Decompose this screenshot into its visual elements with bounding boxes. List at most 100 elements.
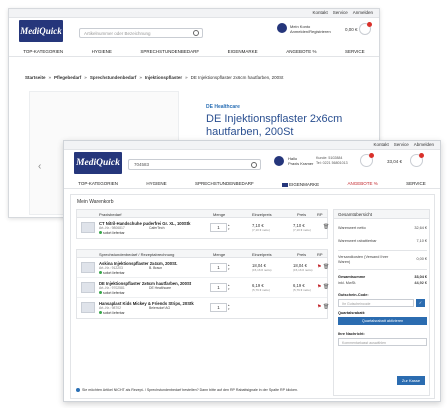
nav-angebote[interactable]: ANGEBOTE % — [348, 181, 378, 188]
availability: sofort lieferbar — [99, 291, 125, 295]
search-icon[interactable] — [193, 30, 199, 36]
service-link[interactable]: Service — [394, 142, 409, 147]
voucher-input[interactable]: Ihr Gutscheincode — [338, 299, 414, 307]
cart-total: 0,00 € — [345, 27, 358, 32]
logout-link[interactable]: Abmelden — [414, 142, 434, 147]
divider — [338, 269, 427, 270]
nav-sprechstundenbedarf[interactable]: SPRECHSTUNDENBEDARF — [195, 181, 254, 188]
message-select[interactable]: Kommentarkasst auswählen — [338, 338, 427, 346]
logo[interactable]: MediQuick — [74, 152, 122, 174]
checkout-button[interactable]: Zur Kasse — [397, 376, 425, 385]
availability: sofort lieferbar — [99, 311, 125, 315]
col-preis: Preis — [297, 252, 307, 257]
nav-eigenmarke[interactable]: EIGENMARKE — [282, 181, 319, 188]
col-menge: Menge — [213, 212, 226, 217]
cart-row: DE Injektionspflaster 2x6cm hautfarben, … — [77, 278, 329, 298]
notification-icon[interactable] — [360, 153, 374, 167]
logo[interactable]: MediQuick — [19, 20, 63, 42]
product-thumbnail[interactable] — [81, 262, 95, 273]
trash-icon[interactable]: 🗑 — [323, 284, 329, 290]
account-icon[interactable] — [277, 23, 287, 33]
summary-label: Warenwert netto — [338, 226, 366, 230]
article-number: Art.-Nr.: 912203 — [99, 266, 123, 270]
nav-top-kategorien[interactable]: TOP-KATEGORIEN — [78, 181, 118, 188]
product-thumbnail[interactable] — [81, 302, 95, 313]
cart-icon[interactable] — [410, 153, 424, 167]
service-link[interactable]: Service — [333, 10, 348, 15]
voucher-submit-button[interactable]: ✓ — [416, 299, 425, 307]
availability-label: sofort lieferbar — [103, 271, 125, 275]
quantity-input[interactable]: 1 — [210, 223, 227, 232]
top-bar: Kontakt Service Anmelden — [9, 9, 379, 18]
quantity-stepper[interactable]: ▴ ▾ — [228, 263, 231, 272]
search-icon[interactable] — [251, 162, 257, 168]
total-price-net: (15,16 € netto) — [293, 268, 313, 272]
nav-hygiene[interactable]: HYGIENE — [92, 49, 112, 56]
section-title: Sprechstundenbedarf / Rezeptabrechnung — [99, 252, 175, 257]
total-price: 7,10 € (7,10 € netto) — [293, 223, 311, 232]
summary-label: Warenwert rabattierbar — [338, 239, 377, 243]
trash-icon[interactable]: 🗑 — [323, 264, 329, 270]
col-rp: RP — [317, 252, 323, 257]
availability-label: sofort lieferbar — [103, 291, 125, 295]
rp-icon[interactable]: ⚑ — [317, 264, 321, 270]
supplier: Beiersdorf AG — [149, 306, 171, 310]
account-subtitle: Anmelden/Registrieren — [290, 29, 331, 34]
nav-eigenmarke[interactable]: EIGENMARKE — [228, 49, 258, 56]
contact-link[interactable]: Kontakt — [312, 10, 327, 15]
quantity-stepper[interactable]: ▴ ▾ — [228, 303, 231, 312]
rp-hint-text: Sie möchten Artikel NICHT als Rezept- / … — [82, 388, 298, 392]
article-number: Art.-Nr.: 9806817 — [99, 226, 125, 230]
quantity-stepper[interactable]: ▴ ▾ — [228, 283, 231, 292]
product-thumbnail[interactable] — [81, 222, 95, 233]
nav-top-kategorien[interactable]: TOP-KATEGORIEN — [23, 49, 63, 56]
section-header: Sprechstundenbedarf / Rezeptabrechnung M… — [77, 250, 327, 258]
nav-service[interactable]: SERVICE — [406, 181, 426, 188]
search-input[interactable]: 704583 — [128, 159, 261, 170]
login-link[interactable]: Anmelden — [353, 10, 373, 15]
cart-main: Mein Warenkorb Praxisbedarf Menge Einzel… — [70, 194, 435, 399]
chevron-left-icon[interactable]: ‹ — [38, 161, 41, 172]
quantity-input[interactable]: 1 — [210, 283, 227, 292]
quantity-stepper[interactable]: ▴ ▾ — [228, 223, 231, 232]
breadcrumb: Startseite» Pflegebedarf» Sprechstundenb… — [25, 75, 284, 80]
cart-badge — [419, 153, 424, 158]
nav-service[interactable]: SERVICE — [345, 49, 365, 56]
top-bar: Kontakt Service Abmelden — [64, 141, 440, 150]
nav-angebote[interactable]: ANGEBOTE % — [286, 49, 316, 56]
search-input[interactable]: Artikelnummer oder Bezeichnung — [79, 28, 203, 38]
account-icon[interactable] — [274, 156, 284, 166]
quantity-input[interactable]: 1 — [210, 303, 227, 312]
account-text[interactable]: Hallo Praxis Kramer — [288, 156, 313, 166]
voucher-label: Gutschein-Code: — [338, 293, 369, 297]
cart-badge — [367, 22, 372, 27]
rp-icon[interactable]: ⚑ — [317, 284, 321, 290]
trash-icon[interactable]: 🗑 — [323, 304, 329, 310]
top-links: Kontakt Service Anmelden — [312, 10, 373, 15]
cart-icon[interactable] — [359, 22, 372, 35]
cart-total: 33,04 € — [387, 159, 403, 164]
quantity-input[interactable]: 1 — [210, 263, 227, 272]
account-text[interactable]: Mein Konto Anmelden/Registrieren — [290, 24, 331, 34]
rp-icon[interactable]: ⚑ — [317, 304, 321, 310]
nav-hygiene[interactable]: HYGIENE — [146, 181, 166, 188]
crumb-pflegebedarf[interactable]: Pflegebedarf — [54, 75, 81, 80]
product-thumbnail[interactable] — [81, 282, 95, 293]
contact-link[interactable]: Kontakt — [373, 142, 388, 147]
notification-badge — [369, 153, 374, 158]
summary-label: Versandkosten (Versand Ihrer Waren) — [338, 255, 389, 264]
crumb-sprechstundenbedarf[interactable]: Sprechstundenbedarf — [90, 75, 137, 80]
nav-sprechstundenbedarf[interactable]: SPRECHSTUNDENBEDARF — [140, 49, 199, 56]
crumb-home[interactable]: Startseite — [25, 75, 46, 80]
quarter-discount-button[interactable]: Quartalsrabatt aktivieren — [338, 317, 427, 325]
divider — [338, 250, 427, 251]
summary-value: 33,04 € — [414, 275, 427, 279]
product-brand[interactable]: DE Healthcare — [206, 104, 240, 110]
total-price-net: (5,79 € netto) — [293, 288, 311, 292]
availability-dot-icon — [99, 231, 102, 234]
availability-label: sofort lieferbar — [103, 311, 125, 315]
trash-icon[interactable]: 🗑 — [323, 224, 329, 230]
summary-title: Gesamtübersicht — [334, 210, 429, 219]
crumb-injektionspflaster[interactable]: Injektionspflaster — [145, 75, 182, 80]
info-icon — [76, 388, 80, 393]
